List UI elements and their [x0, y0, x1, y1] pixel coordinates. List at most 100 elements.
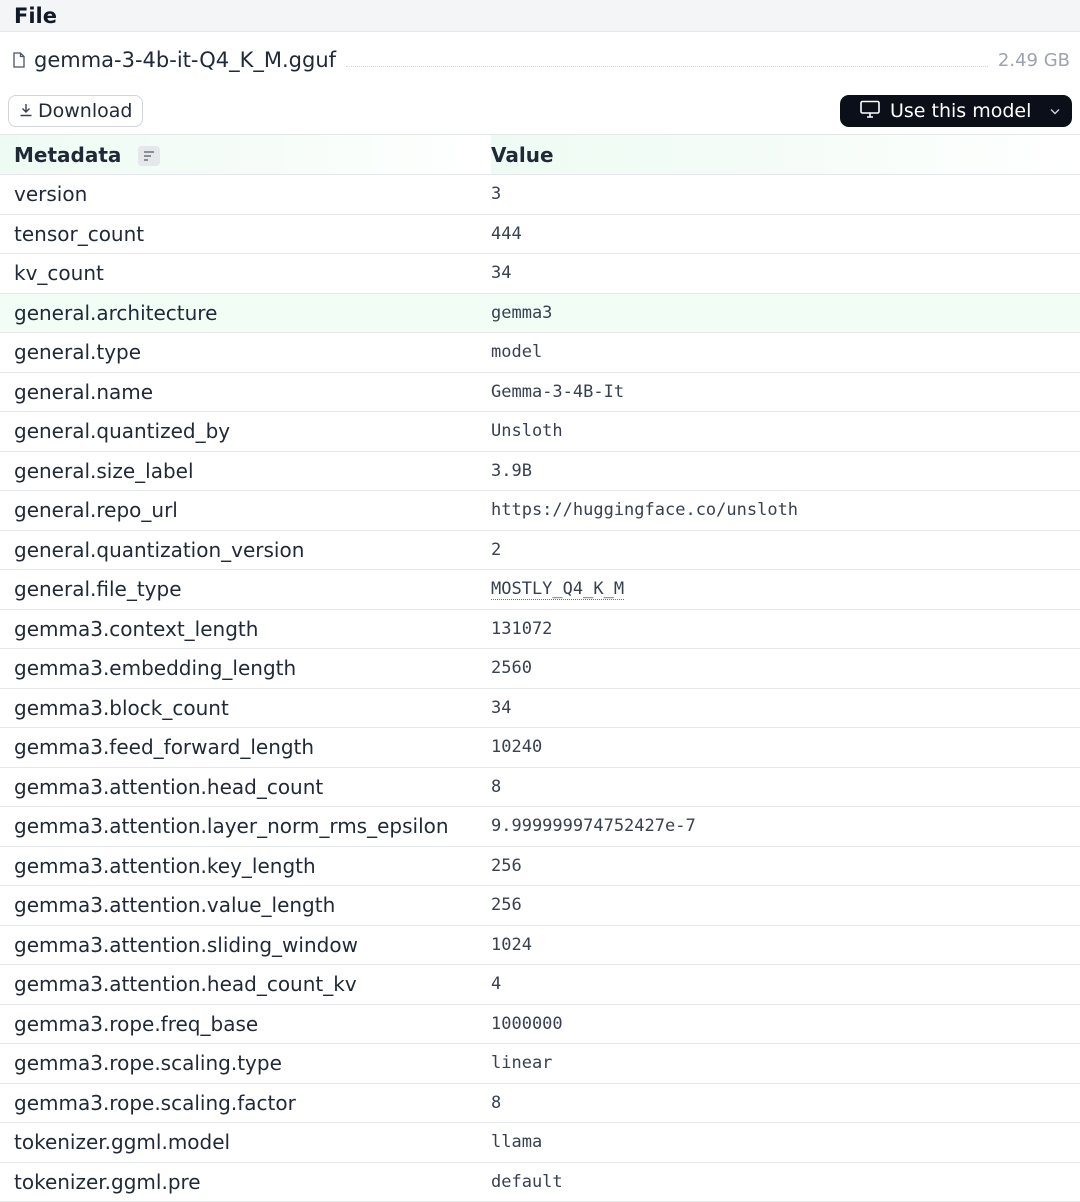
metadata-key: general.size_label	[0, 451, 491, 491]
file-type-value-tooltip[interactable]: MOSTLY_Q4_K_M	[491, 579, 625, 601]
file-size: 2.49 GB	[997, 49, 1070, 71]
metadata-key: gemma3.rope.freq_base	[0, 1004, 491, 1044]
table-row: gemma3.block_count 34	[0, 688, 1080, 728]
monitor-icon	[860, 100, 880, 123]
table-header-row: Metadata Value	[0, 134, 1080, 175]
metadata-key: tokenizer.ggml.model	[0, 1122, 491, 1163]
metadata-value: 1024	[491, 925, 1080, 965]
metadata-key: general.name	[0, 372, 491, 412]
table-row: general.type model	[0, 332, 1080, 373]
metadata-key: general.type	[0, 332, 491, 373]
metadata-value: 444	[491, 214, 1080, 254]
metadata-key: gemma3.rope.scaling.factor	[0, 1083, 491, 1123]
table-row: tokenizer.ggml.pre default	[0, 1162, 1080, 1202]
metadata-value: 3.9B	[491, 451, 1080, 491]
use-this-model-button[interactable]: Use this model	[840, 95, 1072, 127]
document-icon	[12, 52, 26, 68]
table-row: general.name Gemma-3-4B-It	[0, 372, 1080, 412]
metadata-key: gemma3.rope.scaling.type	[0, 1043, 491, 1084]
sort-icon[interactable]	[138, 146, 161, 166]
table-row: gemma3.attention.sliding_window 1024	[0, 925, 1080, 965]
table-row: version 3	[0, 174, 1080, 215]
metadata-key: gemma3.attention.layer_norm_rms_epsilon	[0, 806, 491, 847]
table-row: kv_count 34	[0, 253, 1080, 294]
table-row: gemma3.embedding_length 2560	[0, 648, 1080, 689]
metadata-key: general.repo_url	[0, 490, 491, 531]
metadata-value: 2560	[491, 648, 1080, 689]
value-column-header: Value	[491, 134, 1080, 175]
metadata-value: llama	[491, 1122, 1080, 1163]
metadata-key: general.quantization_version	[0, 530, 491, 570]
chevron-down-icon	[1050, 104, 1060, 118]
table-row: general.architecture gemma3	[0, 293, 1080, 333]
table-row: gemma3.attention.head_count 8	[0, 767, 1080, 807]
table-row: general.repo_url https://huggingface.co/u…	[0, 490, 1080, 531]
metadata-value: linear	[491, 1043, 1080, 1084]
metadata-key: gemma3.attention.sliding_window	[0, 925, 491, 965]
metadata-value: 256	[491, 885, 1080, 926]
table-row: gemma3.rope.scaling.type linear	[0, 1043, 1080, 1084]
metadata-key: tokenizer.ggml.pre	[0, 1162, 491, 1202]
table-row: general.size_label 3.9B	[0, 451, 1080, 491]
metadata-key: gemma3.block_count	[0, 688, 491, 728]
metadata-value: MOSTLY_Q4_K_M	[491, 569, 1080, 610]
metadata-key: general.file_type	[0, 569, 491, 610]
file-actions: Download Use this model	[0, 88, 1080, 134]
metadata-table: Metadata Value version 3 tensor_count 444 kv…	[0, 134, 1080, 1202]
metadata-value: 3	[491, 174, 1080, 215]
table-row: gemma3.attention.value_length 256	[0, 885, 1080, 926]
metadata-key: general.quantized_by	[0, 411, 491, 452]
table-row: tokenizer.ggml.model llama	[0, 1122, 1080, 1163]
metadata-value: 8	[491, 767, 1080, 807]
metadata-value: 1000000	[491, 1004, 1080, 1044]
metadata-key: gemma3.attention.head_count_kv	[0, 964, 491, 1005]
metadata-value: model	[491, 332, 1080, 373]
metadata-value: 34	[491, 688, 1080, 728]
metadata-value: Unsloth	[491, 411, 1080, 452]
metadata-column-header: Metadata	[0, 134, 491, 175]
leader-dots	[346, 65, 988, 67]
metadata-value: 10240	[491, 727, 1080, 768]
file-name: gemma-3-4b-it-Q4_K_M.gguf	[34, 48, 337, 72]
file-section-title: File	[14, 3, 57, 28]
metadata-value: 2	[491, 530, 1080, 570]
metadata-key: tensor_count	[0, 214, 491, 254]
download-button[interactable]: Download	[8, 95, 144, 127]
table-row: gemma3.attention.key_length 256	[0, 846, 1080, 886]
metadata-key: kv_count	[0, 253, 491, 294]
metadata-value: 9.999999974752427e-7	[491, 806, 1080, 847]
use-this-model-label: Use this model	[890, 100, 1032, 122]
file-section-header: File	[0, 0, 1080, 32]
file-row: gemma-3-4b-it-Q4_K_M.gguf 2.49 GB	[0, 32, 1080, 88]
metadata-header-label: Metadata	[14, 142, 122, 167]
metadata-value: 34	[491, 253, 1080, 294]
metadata-value: gemma3	[491, 293, 1080, 333]
table-row: gemma3.attention.head_count_kv 4	[0, 964, 1080, 1005]
metadata-key: gemma3.attention.head_count	[0, 767, 491, 807]
metadata-value: Gemma-3-4B-It	[491, 372, 1080, 412]
table-row: general.file_type MOSTLY_Q4_K_M	[0, 569, 1080, 610]
metadata-key: gemma3.attention.value_length	[0, 885, 491, 926]
metadata-key: gemma3.context_length	[0, 609, 491, 649]
table-row: gemma3.rope.freq_base 1000000	[0, 1004, 1080, 1044]
download-label: Download	[38, 100, 133, 122]
value-header-label: Value	[491, 142, 554, 167]
table-row: gemma3.attention.layer_norm_rms_epsilon 9…	[0, 806, 1080, 847]
metadata-value: 256	[491, 846, 1080, 886]
table-row: general.quantized_by Unsloth	[0, 411, 1080, 452]
table-row: gemma3.rope.scaling.factor 8	[0, 1083, 1080, 1123]
metadata-value: default	[491, 1162, 1080, 1202]
table-row: gemma3.feed_forward_length 10240	[0, 727, 1080, 768]
metadata-value: 131072	[491, 609, 1080, 649]
table-row: general.quantization_version 2	[0, 530, 1080, 570]
metadata-key: gemma3.feed_forward_length	[0, 727, 491, 768]
table-row: gemma3.context_length 131072	[0, 609, 1080, 649]
metadata-value: https://huggingface.co/unsloth	[491, 490, 1080, 531]
metadata-key: gemma3.embedding_length	[0, 648, 491, 689]
metadata-key: general.architecture	[0, 293, 491, 333]
table-row: tensor_count 444	[0, 214, 1080, 254]
download-icon	[19, 100, 33, 122]
metadata-key: gemma3.attention.key_length	[0, 846, 491, 886]
metadata-value: 8	[491, 1083, 1080, 1123]
metadata-key: version	[0, 174, 491, 215]
